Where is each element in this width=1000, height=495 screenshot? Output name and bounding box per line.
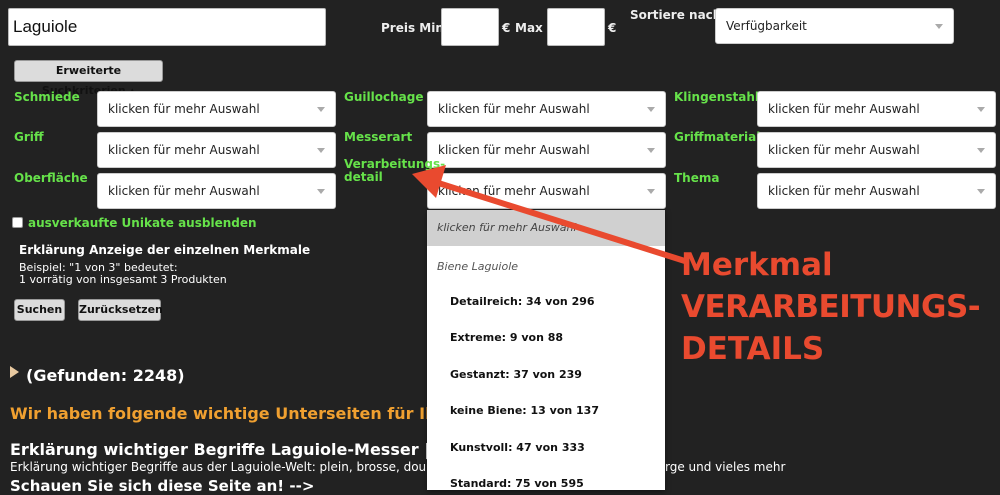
annotation-line-2: VERARBEITUNGS- bbox=[681, 289, 981, 325]
annotation-line-1: Merkmal bbox=[681, 247, 833, 283]
annotation-line-3: DETAILS bbox=[681, 331, 825, 367]
annotation-arrow-head bbox=[412, 165, 446, 198]
annotation-arrow-shaft bbox=[431, 178, 689, 265]
annotation-arrow bbox=[412, 165, 689, 265]
